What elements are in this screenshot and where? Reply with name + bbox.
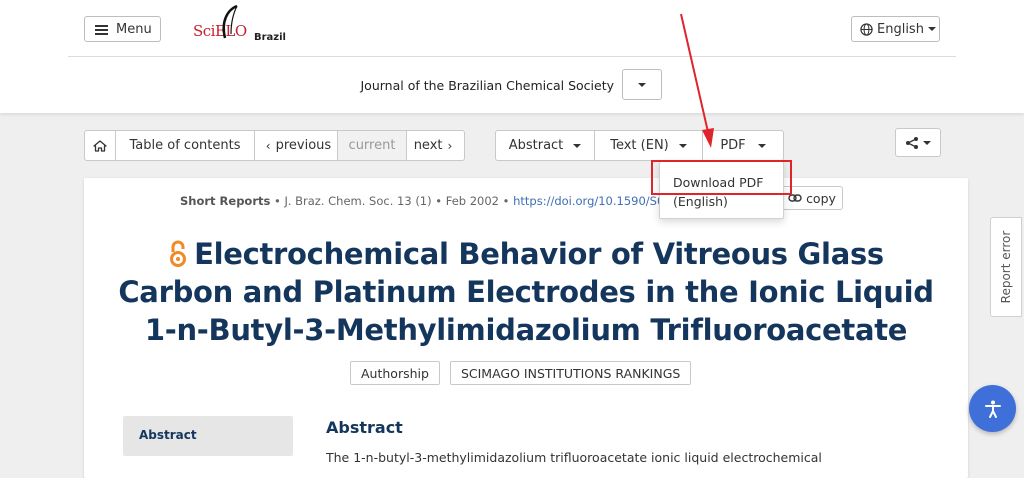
text-label: Text (EN) (610, 138, 669, 153)
site-header: Menu SciELO Brazil English Journal of th… (0, 0, 1024, 113)
open-access-icon (170, 240, 187, 267)
menu-button[interactable]: Menu (84, 16, 161, 42)
chevron-right-icon: › (447, 138, 453, 153)
copy-label: copy (806, 190, 836, 206)
title-line-2: Carbon and Platinum Electrodes in the Io… (118, 275, 934, 309)
previous-button[interactable]: ‹ previous (254, 130, 338, 161)
article-section: Short Reports (180, 194, 271, 208)
language-label: English (877, 21, 924, 37)
format-navigation: Abstract Text (EN) PDF (495, 130, 784, 161)
home-button[interactable] (84, 130, 116, 161)
caret-down-icon (923, 140, 931, 145)
header-divider (68, 56, 956, 57)
current-button: current (337, 130, 407, 161)
hamburger-icon (95, 24, 108, 35)
article-citation: • J. Braz. Chem. Soc. 13 (1) • Feb 2002 … (270, 194, 514, 208)
title-line-3: 1-n-Butyl-3-Methylimidazolium Trifluoroa… (144, 313, 908, 347)
caret-down-icon (573, 143, 582, 148)
accessibility-icon (984, 400, 1001, 418)
logo-swoosh-icon (222, 4, 238, 39)
journal-dropdown-button[interactable] (622, 69, 662, 100)
menu-label: Menu (116, 21, 152, 37)
caret-down-icon (638, 82, 646, 87)
caret-down-icon (678, 143, 687, 148)
scielo-logo[interactable]: SciELO Brazil (193, 4, 293, 52)
abstract-label: Abstract (508, 138, 564, 153)
highlight-box (651, 160, 792, 195)
globe-icon (860, 22, 873, 36)
toc-label: Table of contents (129, 138, 241, 153)
table-of-contents-button[interactable]: Table of contents (115, 130, 255, 161)
share-icon (906, 136, 918, 149)
caret-down-icon (927, 27, 936, 31)
report-error-label: Report error (999, 230, 1013, 304)
next-button[interactable]: next › (406, 130, 465, 161)
home-icon (93, 139, 107, 152)
article-meta: Short Reports • J. Braz. Chem. Soc. 13 (… (180, 194, 698, 208)
pdf-language-item[interactable]: (English) (673, 194, 728, 209)
authorship-button[interactable]: Authorship (350, 361, 440, 385)
pdf-label: PDF (720, 138, 746, 153)
logo-country: Brazil (254, 32, 286, 43)
text-dropdown-button[interactable]: Text (EN) (594, 130, 703, 161)
previous-label: previous (275, 138, 332, 153)
accessibility-button[interactable] (969, 385, 1016, 432)
journal-name[interactable]: Journal of the Brazilian Chemical Societ… (0, 78, 614, 93)
share-button[interactable] (895, 128, 941, 157)
pdf-dropdown-button[interactable]: PDF (702, 130, 784, 161)
side-nav-abstract[interactable]: Abstract (123, 416, 293, 456)
language-selector[interactable]: English (851, 16, 940, 42)
article-navigation: Table of contents ‹ previous current nex… (84, 130, 465, 161)
caret-down-icon (757, 143, 766, 148)
next-label: next (413, 138, 443, 153)
scimago-button[interactable]: SCIMAGO INSTITUTIONS RANKINGS (449, 361, 692, 385)
abstract-dropdown-button[interactable]: Abstract (495, 130, 595, 161)
article-card: Short Reports • J. Braz. Chem. Soc. 13 (… (84, 178, 968, 478)
chevron-left-icon: ‹ (265, 138, 271, 153)
title-line-1: Electrochemical Behavior of Vitreous Gla… (194, 237, 884, 271)
report-error-tab[interactable]: Report error (990, 217, 1022, 317)
article-tags: Authorship SCIMAGO INSTITUTIONS RANKINGS (350, 361, 692, 385)
current-label: current (348, 138, 396, 153)
article-title: Electrochemical Behavior of Vitreous Gla… (84, 235, 968, 349)
section-heading: Abstract (326, 418, 403, 437)
